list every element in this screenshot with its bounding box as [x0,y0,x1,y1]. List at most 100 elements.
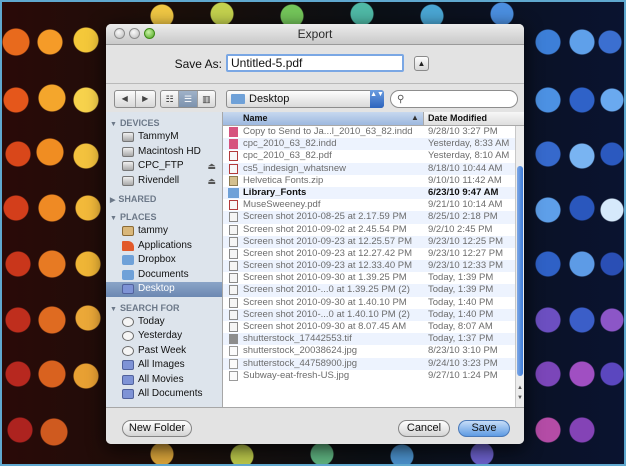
drive-icon [122,132,134,142]
file-row[interactable]: MuseSweeney.pdf 9/21/10 10:14 AM [223,199,516,211]
folder-icon [231,94,245,104]
file-row[interactable]: Screen shot 2010-09-30 at 8.07.45 AM Toda… [223,321,516,333]
file-row[interactable]: Screen shot 2010-09-02 at 2.45.54 PM 9/2/… [223,224,516,236]
sidebar-item-label: Documents [138,268,189,280]
file-row[interactable]: Library_Fonts 6/23/10 9:47 AM [223,186,516,200]
file-name: Screen shot 2010-08-25 at 2.17.59 PM [243,211,407,223]
disclosure-triangle-icon: ▼ [110,121,117,128]
disclosure-triangle-icon: ▶ [110,197,116,204]
sidebar-item-cpc-ftp[interactable]: CPC_FTP ⏏ [106,159,222,174]
file-row[interactable]: Screen shot 2010-08-25 at 2.17.59 PM 8/25… [223,211,516,224]
png-file-icon [229,309,238,320]
file-date-modified: 9/21/10 10:14 AM [428,199,503,211]
file-row[interactable]: shutterstock_17442553.tif Today, 1:37 PM [223,333,516,346]
file-row[interactable]: Screen shot 2010-09-23 at 12.27.42 PM 9/2… [223,248,516,260]
sidebar-item-today[interactable]: Today [106,315,222,330]
save-button[interactable]: Save [458,420,510,437]
sidebar-item-rivendell[interactable]: Rivendell ⏏ [106,174,222,189]
indd-file-icon [229,127,238,137]
file-date-modified: Today, 1:40 PM [428,296,494,308]
icon-view-button[interactable]: ☷ [161,91,178,107]
pdf-file-icon [229,151,238,162]
forward-button[interactable]: ▶ [134,91,156,107]
png-file-icon [229,297,238,308]
sidebar-item-tammym[interactable]: TammyM [106,130,222,145]
screenshot-frame: Export Save As: ▲ ◀ ▶ ☷ ☰ ▥ Desktop ▲▼ ⚲… [0,0,626,466]
sidebar-item-label: CPC_FTP [138,160,184,171]
sidebar-section-shared[interactable]: ▶ SHARED [106,192,222,206]
sidebar-item-desktop[interactable]: Desktop [106,282,222,297]
jpg-file-icon [229,346,238,357]
clock-icon [122,316,134,327]
sidebar-item-label: TammyM [138,131,179,142]
file-row[interactable]: shutterstock_20038624.jpg 8/23/10 3:10 PM [223,345,516,357]
sidebar-section-search-for[interactable]: ▼ SEARCH FOR [106,301,222,315]
new-folder-button[interactable]: New Folder [122,420,192,437]
sidebar-section-places[interactable]: ▼ PLACES [106,210,222,224]
smart-folder-icon [122,374,134,385]
search-field[interactable]: ⚲ [390,90,518,108]
popup-arrows-icon: ▲▼ [370,90,384,108]
sidebar-item-applications[interactable]: Applications [106,239,222,254]
expand-dialog-button[interactable]: ▲ [414,56,429,71]
sidebar-item-macintosh-hd[interactable]: Macintosh HD [106,145,222,160]
eject-icon[interactable]: ⏏ [207,174,216,189]
pdf-file-icon [229,163,238,174]
file-row[interactable]: Screen shot 2010-09-23 at 12.33.40 PM 9/2… [223,260,516,273]
scroll-thumb[interactable] [517,166,523,376]
file-row[interactable]: cpc_2010_63_82.indd Yesterday, 8:33 AM [223,138,516,151]
sidebar-item-dropbox[interactable]: Dropbox [106,253,222,268]
file-row[interactable]: cs5_indesign_whatsnew 8/18/10 10:44 AM [223,162,516,175]
file-date-modified: 8/18/10 10:44 AM [428,162,503,174]
column-view-button[interactable]: ▥ [196,91,215,107]
sidebar-item-yesterday[interactable]: Yesterday [106,329,222,344]
eject-icon[interactable]: ⏏ [207,159,216,174]
file-name: Screen shot 2010-...0 at 1.40.10 PM (2) [243,308,410,320]
file-row[interactable]: shutterstock_44758900.jpg 9/24/10 3:23 PM [223,357,516,370]
file-row[interactable]: Screen shot 2010-09-30 at 1.39.25 PM Toda… [223,272,516,284]
file-date-modified: 9/2/10 2:45 PM [428,223,493,235]
vertical-scrollbar[interactable]: ▲ ▼ [515,126,524,407]
file-name: Screen shot 2010-...0 at 1.39.25 PM (2) [243,284,410,296]
cancel-button[interactable]: Cancel [398,420,450,437]
title-bar[interactable]: Export [106,24,524,45]
sidebar-item-label: Desktop [138,283,175,294]
save-as-input[interactable] [226,54,404,72]
file-date-modified: Today, 1:37 PM [428,333,494,345]
scroll-up-arrow-icon[interactable]: ▲ [516,385,524,395]
clock-icon [122,345,134,356]
sidebar-item-all-images[interactable]: All Images [106,358,222,373]
sidebar-item-documents[interactable]: Documents [106,268,222,283]
file-row[interactable]: Subway-eat-fresh-US.jpg 9/27/10 1:24 PM [223,370,516,382]
sidebar-item-all-documents[interactable]: All Documents [106,387,222,402]
file-name: shutterstock_17442553.tif [243,333,352,345]
file-date-modified: Today, 1:40 PM [428,308,494,320]
sidebar-item-all-movies[interactable]: All Movies [106,373,222,388]
indd-file-icon [229,139,238,150]
list-view-button[interactable]: ☰ [178,91,197,107]
location-popup[interactable]: Desktop ▲▼ [226,90,384,108]
sidebar-item-label: Macintosh HD [138,145,201,157]
sidebar-item-tammy[interactable]: tammy [106,224,222,239]
file-name: Screen shot 2010-09-02 at 2.45.54 PM [243,223,407,235]
section-header: SEARCH FOR [119,302,180,313]
drive-icon [122,175,134,186]
sidebar-item-past-week[interactable]: Past Week [106,344,222,359]
save-as-label: Save As: [174,57,222,71]
file-row[interactable]: cpc_2010_63_82.pdf Yesterday, 8:10 AM [223,150,516,162]
date-modified-column-header[interactable]: Date Modified [428,112,487,125]
file-row[interactable]: Screen shot 2010-...0 at 1.40.10 PM (2) T… [223,308,516,321]
file-row[interactable]: Copy to Send to Ja...l_2010_63_82.indd 9/… [223,126,516,138]
file-row[interactable]: Helvetica Fonts.zip 9/10/10 11:42 AM [223,175,516,187]
back-button[interactable]: ◀ [115,91,135,107]
pdf-file-icon [229,200,238,211]
file-row[interactable]: Screen shot 2010-...0 at 1.39.25 PM (2) T… [223,284,516,297]
file-row[interactable]: Screen shot 2010-09-23 at 12.25.57 PM 9/2… [223,235,516,248]
scroll-down-arrow-icon[interactable]: ▼ [516,395,524,405]
sidebar-section-devices[interactable]: ▼ DEVICES [106,116,222,130]
png-file-icon [229,285,238,296]
history-navigation: ◀ ▶ [114,90,156,108]
name-column-header[interactable]: Name [223,112,424,125]
file-name: Helvetica Fonts.zip [243,174,324,186]
file-row[interactable]: Screen shot 2010-09-30 at 1.40.10 PM Toda… [223,297,516,309]
